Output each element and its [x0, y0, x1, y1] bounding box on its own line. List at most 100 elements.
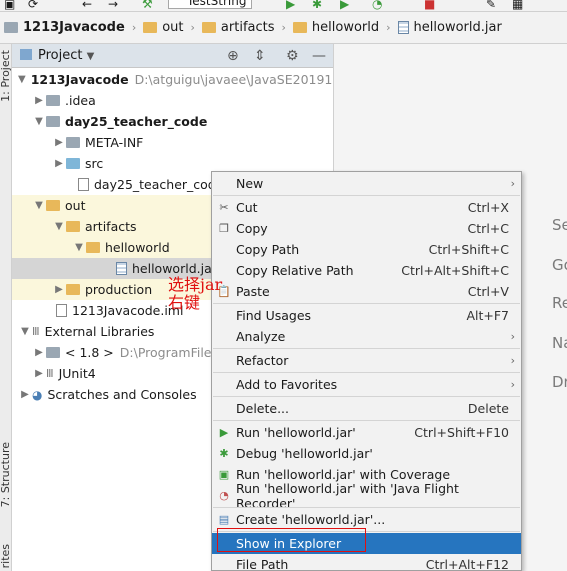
editor-hint: Se — [552, 216, 567, 234]
locate-icon[interactable]: ⊕ — [227, 48, 239, 64]
menu-item-shortcut: Ctrl+V — [467, 284, 509, 299]
build-icon[interactable]: ⚒ — [142, 0, 153, 11]
menu-item-file-path[interactable]: File Path Ctrl+Alt+F12 — [212, 554, 521, 571]
chevron-down-icon[interactable]: ▼ — [18, 74, 26, 85]
menu-item-run[interactable]: ▶ Run 'helloworld.jar' Ctrl+Shift+F10 — [212, 422, 521, 443]
tree-item-label: day25_teacher_code — [65, 114, 208, 129]
chevron-right-icon: › — [190, 21, 195, 34]
menu-item-debug[interactable]: ✱ Debug 'helloworld.jar' — [212, 443, 521, 464]
menu-item-cut[interactable]: ✂ Cut Ctrl+X — [212, 197, 521, 218]
menu-item-shortcut: Ctrl+Shift+C — [428, 242, 509, 257]
save-all-icon[interactable]: ▣ — [4, 0, 15, 11]
menu-item-shortcut: Alt+F7 — [466, 308, 509, 323]
run-icon: ▶ — [219, 426, 229, 439]
tree-item-project-root[interactable]: ▼ 1213Javacode D:\atguigu\javaee\JavaSE201… — [12, 69, 333, 90]
menu-item-delete[interactable]: Delete... Delete — [212, 398, 521, 419]
menu-item-new[interactable]: New › — [212, 173, 521, 194]
chevron-down-icon[interactable]: ▼ — [52, 221, 66, 232]
run-config-select[interactable]: TestString — [168, 0, 252, 9]
breadcrumb-item-artifacts[interactable]: artifacts — [198, 20, 279, 35]
menu-item-shortcut: Delete — [467, 401, 509, 416]
breadcrumb-item-project[interactable]: 1213Javacode — [0, 20, 129, 35]
folder-icon — [46, 200, 60, 211]
menu-separator — [213, 348, 520, 349]
chevron-down-icon[interactable]: ▼ — [32, 200, 46, 211]
tree-item-idea[interactable]: ▶ .idea — [12, 90, 333, 111]
annotation-highlight-box — [217, 528, 366, 552]
run-icon[interactable]: ▶ — [286, 0, 295, 11]
tree-item-label: out — [65, 198, 86, 213]
wrench-icon[interactable]: ✎ — [486, 0, 496, 11]
chevron-right-icon[interactable]: ▶ — [32, 95, 46, 106]
menu-item-refactor[interactable]: Refactor › — [212, 350, 521, 371]
stop-icon[interactable]: ■ — [424, 0, 435, 11]
tab-project[interactable]: 1: Project — [0, 50, 12, 102]
chevron-right-icon: › — [131, 21, 137, 34]
chevron-right-icon[interactable]: ▶ — [52, 137, 66, 148]
project-structure-icon[interactable]: ▦ — [512, 0, 523, 11]
tree-item-meta-inf[interactable]: ▶ META-INF — [12, 132, 333, 153]
menu-item-copy[interactable]: ❐ Copy Ctrl+C — [212, 218, 521, 239]
left-tool-strip: 1: Project 7: Structure rites — [0, 44, 12, 571]
menu-item-label: File Path — [236, 557, 289, 571]
menu-item-shortcut: Ctrl+Shift+F10 — [414, 425, 509, 440]
tree-item-day25[interactable]: ▼ day25_teacher_code — [12, 111, 333, 132]
chevron-down-icon: ▼ — [86, 51, 95, 62]
menu-item-shortcut: Ctrl+Alt+Shift+C — [401, 263, 509, 278]
chevron-down-icon[interactable]: ▼ — [72, 242, 86, 253]
breadcrumb-label: helloworld.jar — [413, 20, 502, 35]
chevron-right-icon[interactable]: ▶ — [52, 158, 66, 169]
tab-structure[interactable]: 7: Structure — [0, 442, 12, 507]
jar-icon — [116, 262, 127, 275]
tree-item-path: D:\atguigu\javaee\JavaSE2019121 — [134, 72, 333, 87]
menu-item-paste[interactable]: 📋 Paste Ctrl+V — [212, 281, 521, 302]
breadcrumb-item-jar[interactable]: helloworld.jar — [394, 20, 506, 35]
tree-item-label: 1213Javacode.iml — [72, 303, 184, 318]
breadcrumb: 1213Javacode › out › artifacts › hellowo… — [0, 12, 567, 44]
library-icon: Ⅲ — [32, 325, 40, 338]
menu-separator — [213, 507, 520, 508]
chevron-right-icon[interactable]: ▶ — [52, 284, 66, 295]
menu-item-copy-relative-path[interactable]: Copy Relative Path Ctrl+Alt+Shift+C — [212, 260, 521, 281]
menu-item-create-config[interactable]: ▤ Create 'helloworld.jar'... — [212, 509, 521, 530]
tree-item-path: D:\ProgramFiles — [119, 345, 218, 360]
menu-separator — [213, 303, 520, 304]
profile-icon[interactable]: ◔ — [372, 0, 382, 11]
collapse-all-icon[interactable]: ⇕ — [254, 48, 266, 64]
chevron-right-icon: › — [510, 330, 515, 343]
editor-hint: Go — [552, 256, 567, 274]
chevron-right-icon: › — [281, 21, 286, 34]
breadcrumb-label: artifacts — [220, 20, 275, 35]
sync-icon[interactable]: ⟳ — [28, 0, 38, 11]
breadcrumb-item-helloworld[interactable]: helloworld — [289, 20, 383, 35]
coverage-icon[interactable]: ▶ — [340, 0, 349, 11]
chevron-right-icon[interactable]: ▶ — [32, 347, 46, 358]
menu-item-analyze[interactable]: Analyze › — [212, 326, 521, 347]
menu-item-label: Paste — [236, 284, 270, 299]
menu-item-copy-path[interactable]: Copy Path Ctrl+Shift+C — [212, 239, 521, 260]
chevron-down-icon[interactable]: ▼ — [32, 116, 46, 127]
file-icon — [56, 304, 67, 317]
menu-item-label: Cut — [236, 200, 258, 215]
chevron-right-icon[interactable]: ▶ — [32, 368, 46, 379]
chevron-right-icon[interactable]: ▶ — [18, 389, 32, 400]
project-view-selector[interactable]: Project ▼ — [20, 48, 94, 63]
forward-icon[interactable]: → — [108, 0, 118, 11]
folder-icon — [66, 137, 80, 148]
hide-icon[interactable]: — — [312, 48, 326, 64]
menu-item-add-to-favorites[interactable]: Add to Favorites › — [212, 374, 521, 395]
back-icon[interactable]: ← — [82, 0, 92, 11]
menu-item-shortcut: Ctrl+X — [467, 200, 509, 215]
tree-item-label: src — [85, 156, 104, 171]
breadcrumb-item-out[interactable]: out — [139, 20, 187, 35]
folder-icon — [292, 22, 307, 33]
menu-item-run-flight-recorder[interactable]: ◔ Run 'helloworld.jar' with 'Java Flight … — [212, 481, 521, 511]
menu-item-find-usages[interactable]: Find Usages Alt+F7 — [212, 305, 521, 326]
debug-icon[interactable]: ✱ — [312, 0, 322, 11]
breadcrumb-label: out — [162, 20, 184, 35]
library-icon: Ⅲ — [46, 367, 54, 380]
tree-item-label: .idea — [65, 93, 96, 108]
gear-icon[interactable]: ⚙ — [286, 48, 299, 64]
chevron-down-icon[interactable]: ▼ — [18, 326, 32, 337]
tab-favorites[interactable]: rites — [0, 544, 12, 568]
